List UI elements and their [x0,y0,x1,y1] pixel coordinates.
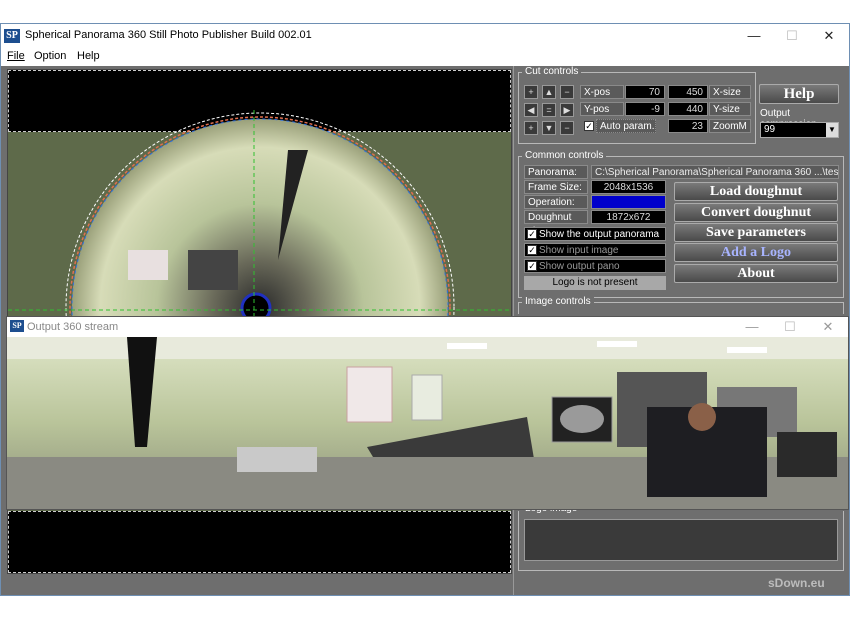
menu-file[interactable]: File [7,50,25,62]
output-compression-select[interactable]: 99 ▼ [760,122,839,138]
ysize-field[interactable]: 440 [668,102,708,116]
operation-label: Operation: [524,195,588,209]
ypos-label: Y-pos [580,102,624,116]
nudge-minus-icon[interactable]: − [560,85,574,99]
convert-doughnut-button[interactable]: Convert doughnut [674,203,838,222]
xsize-label: X-size [709,85,751,99]
menu-bar: File Option Help [1,48,849,66]
output-close-button[interactable]: ✕ [813,317,843,337]
frame-size-label: Frame Size: [524,180,588,194]
show-input-image-checkbox[interactable]: ✓ [527,245,537,255]
menu-help[interactable]: Help [77,50,100,62]
ypos-field[interactable]: -9 [625,102,665,116]
maximize-button[interactable]: ☐ [777,26,807,46]
ysize-label: Y-size [709,102,751,116]
center-icon[interactable]: = [542,103,556,117]
panorama-path: C:\Spherical Panorama\Spherical Panorama… [591,165,839,179]
zoom-field[interactable]: 23 [668,119,708,133]
output-panorama-view[interactable] [7,337,848,509]
frame-size-value: 2048x1536 [591,180,666,194]
show-output-panorama-row[interactable]: ✓ Show the output panorama [524,227,666,241]
chevron-down-icon[interactable]: ▼ [826,123,838,137]
close-button[interactable]: ✕ [814,26,844,46]
nudge-plus-icon[interactable]: + [524,85,538,99]
arrow-left-icon[interactable]: ◀ [524,103,538,117]
auto-param-label: Auto param. [596,119,656,133]
minimize-button[interactable]: — [739,26,769,46]
show-input-image-label: Show input image [539,245,619,256]
logo-image-preview [524,519,838,561]
zoom-label: ZoomM [709,119,751,133]
image-controls-title: Image controls [522,296,594,307]
about-button[interactable]: About [674,264,838,283]
arrow-down-icon[interactable]: ▼ [542,121,556,135]
arrow-right-icon[interactable]: ▶ [560,103,574,117]
zoom-plus-icon[interactable]: + [524,121,538,135]
arrow-up-icon[interactable]: ▲ [542,85,556,99]
show-input-image-row[interactable]: ✓ Show input image [524,243,666,257]
output-maximize-button[interactable]: ☐ [775,317,805,337]
save-parameters-button[interactable]: Save parameters [674,223,838,242]
doughnut-size-value: 1872x672 [591,210,666,224]
xsize-field[interactable]: 450 [668,85,708,99]
output-window: SP Output 360 stream — ☐ ✕ [6,316,849,510]
menu-option[interactable]: Option [34,50,66,62]
main-window: SP Spherical Panorama 360 Still Photo Pu… [0,23,850,596]
common-controls-title: Common controls [522,150,607,161]
xpos-label: X-pos [580,85,624,99]
panorama-image [7,337,848,509]
xpos-field[interactable]: 70 [625,85,665,99]
app-icon: SP [4,29,20,43]
auto-param-checkbox[interactable]: ✓ [584,121,594,131]
watermark-text: sDown.eu [768,576,825,590]
zoom-minus-icon[interactable]: − [560,121,574,135]
cut-controls-title: Cut controls [522,66,582,77]
output-minimize-button[interactable]: — [737,317,767,337]
load-doughnut-button[interactable]: Load doughnut [674,182,838,201]
add-logo-button[interactable]: Add a Logo [674,243,838,262]
show-output-pano-label: Show output pano [539,261,620,272]
panorama-label: Panorama: [524,165,588,179]
show-output-panorama-checkbox[interactable]: ✓ [527,229,537,239]
bottom-black-band [8,511,511,573]
logo-status: Logo is not present [524,276,666,290]
help-button[interactable]: Help [759,84,839,104]
show-output-pano-row[interactable]: ✓ Show output pano [524,259,666,273]
operation-progress [591,195,666,209]
doughnut-size-label: Doughnut size: [524,210,588,237]
title-bar[interactable]: SP Spherical Panorama 360 Still Photo Pu… [1,24,849,48]
show-output-pano-checkbox[interactable]: ✓ [527,261,537,271]
window-title: Spherical Panorama 360 Still Photo Publi… [25,29,312,41]
output-window-title: Output 360 stream [27,321,119,333]
output-app-icon: SP [10,320,24,332]
show-output-panorama-label: Show the output panorama [539,229,660,240]
output-compression-value: 99 [764,124,776,135]
